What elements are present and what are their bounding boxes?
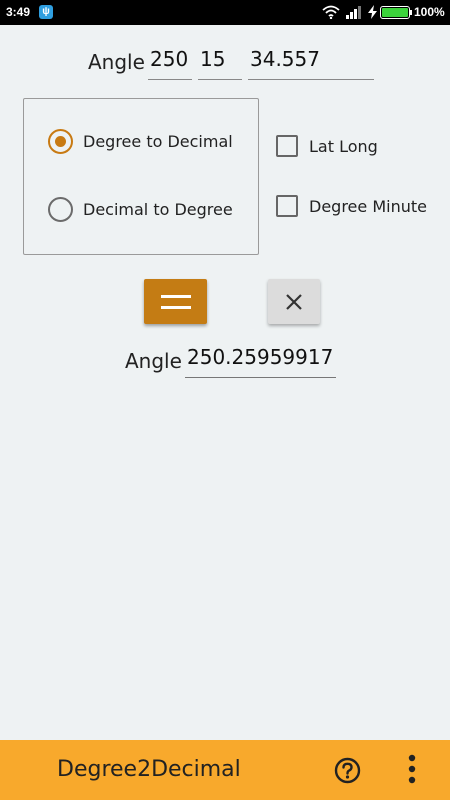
checkbox-icon[interactable] bbox=[276, 195, 298, 217]
status-time: 3:49 bbox=[6, 5, 31, 19]
minutes-field[interactable]: 15 bbox=[198, 44, 242, 80]
output-angle-label: Angle bbox=[125, 349, 182, 373]
equals-icon bbox=[160, 294, 191, 309]
battery-percent: 100% bbox=[414, 5, 445, 19]
degree-minute-checkbox[interactable]: Degree Minute bbox=[276, 195, 427, 217]
input-angle-label: Angle bbox=[88, 50, 145, 74]
seconds-field[interactable]: 34.557 bbox=[248, 44, 374, 80]
lat-long-checkbox[interactable]: Lat Long bbox=[276, 135, 378, 157]
overflow-menu-icon[interactable] bbox=[408, 754, 416, 784]
app-bar: Degree2Decimal bbox=[0, 740, 450, 800]
radio-unselected-icon[interactable] bbox=[48, 197, 73, 222]
app-title: Degree2Decimal bbox=[57, 757, 241, 782]
status-bar: 3:49 ψ 100% bbox=[0, 0, 450, 25]
checkbox-label: Lat Long bbox=[309, 136, 378, 156]
radio-degree-to-decimal[interactable]: Degree to Decimal bbox=[48, 129, 233, 154]
checkbox-icon[interactable] bbox=[276, 135, 298, 157]
radio-label: Degree to Decimal bbox=[83, 132, 233, 151]
battery-icon bbox=[380, 6, 410, 19]
battery-level bbox=[382, 8, 408, 17]
radio-label: Decimal to Degree bbox=[83, 200, 233, 219]
help-icon[interactable] bbox=[334, 757, 361, 784]
degrees-field[interactable]: 250 bbox=[148, 44, 192, 80]
result-field[interactable]: 250.25959917 bbox=[185, 342, 336, 378]
wifi-icon bbox=[322, 5, 340, 19]
calculate-button[interactable] bbox=[144, 279, 207, 324]
radio-decimal-to-degree[interactable]: Decimal to Degree bbox=[48, 197, 233, 222]
usb-icon: ψ bbox=[39, 5, 53, 19]
radio-selected-icon[interactable] bbox=[48, 129, 73, 154]
checkbox-label: Degree Minute bbox=[309, 196, 427, 216]
battery-tip bbox=[410, 10, 412, 15]
clear-button[interactable] bbox=[268, 279, 320, 324]
signal-icon bbox=[346, 6, 361, 19]
close-icon bbox=[286, 293, 302, 310]
charging-icon bbox=[368, 5, 377, 19]
conversion-radio-group: Degree to Decimal Decimal to Degree bbox=[23, 98, 259, 255]
